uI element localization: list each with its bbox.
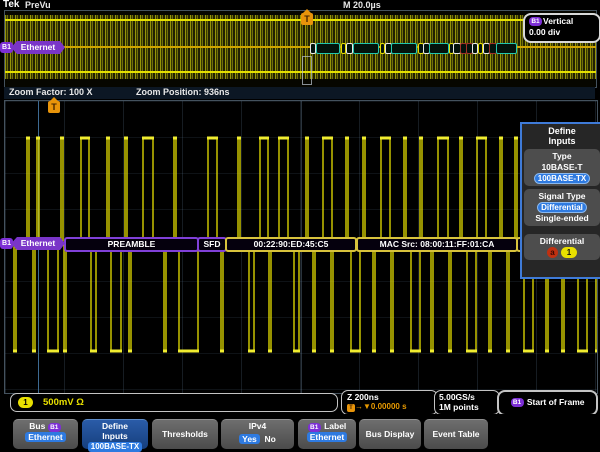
overview-bus-label: Ethernet: [11, 41, 65, 54]
option-single-ended[interactable]: Single-ended: [525, 213, 599, 224]
zoom-position-readout: Zoom Position: 936ns: [136, 87, 230, 97]
bus-button[interactable]: Bus B1 Ethernet: [13, 419, 78, 449]
bus-value: Ethernet: [25, 432, 65, 442]
differential-label: Differential: [525, 236, 599, 247]
b1-badge: B1: [308, 423, 321, 432]
b1-badge: B1: [529, 17, 542, 26]
zoom-scale-readout: Z 200ns T→▼0.00000 s: [341, 390, 438, 415]
ipv4-no: No: [265, 434, 276, 444]
option-100base-tx[interactable]: 100BASE-TX: [525, 173, 599, 184]
define-inputs-value: 100BASE-TX: [88, 442, 142, 452]
overview-packet: [429, 43, 449, 54]
bottom-menu-bar: Bus B1 Ethernet Define Inputs 100BASE-TX…: [0, 414, 600, 450]
trigger-delay-readout: T→▼0.00000 s: [347, 402, 437, 412]
differential-source-badges: a1: [525, 247, 599, 258]
event-table-button[interactable]: Event Table: [424, 419, 488, 449]
define-inputs-button[interactable]: Define Inputs 100BASE-TX: [82, 419, 148, 449]
decode-field-macsrc080011: MAC Src: 08:00:11:FF:01:CA: [356, 237, 518, 252]
overview-packet: [316, 43, 340, 54]
ipv4-button[interactable]: IPv4 Yes No: [221, 419, 294, 449]
signal-type-label: Signal Type: [525, 191, 599, 202]
overview-waveform-bottom-edge: [5, 71, 596, 73]
type-label: Type: [525, 151, 599, 162]
bus-display-button[interactable]: Bus Display: [359, 419, 421, 449]
menu-section-signal-type[interactable]: Signal Type Differential Single-ended: [524, 189, 600, 226]
decode-bus-label: Ethernet: [11, 237, 65, 250]
overview-packet: [353, 43, 379, 54]
option-differential[interactable]: Differential: [525, 202, 599, 213]
zoom-trigger-marker[interactable]: T: [48, 101, 60, 113]
option-10base-t[interactable]: 10BASE-T: [525, 162, 599, 173]
trigger-position-marker[interactable]: T: [301, 13, 313, 25]
decode-field-sfd: SFD: [197, 237, 227, 252]
acquisition-status: PreVu: [25, 0, 51, 10]
zoom-info-bar: Zoom Factor: 100 X Zoom Position: 936ns: [4, 87, 595, 99]
overview-packet: [496, 43, 517, 54]
channel-1-readout[interactable]: 1 500mV Ω: [10, 393, 338, 412]
define-inputs-menu: Define Inputs Type 10BASE-T 100BASE-TX S…: [520, 122, 600, 279]
probe-a-badge: a: [547, 247, 558, 258]
menu-section-differential-source[interactable]: Differential a1: [524, 234, 600, 260]
acquisition-readout: 5.00GS/s 1M points: [434, 390, 500, 415]
zoom-region-bracket[interactable]: [302, 56, 312, 85]
menu-title: Define Inputs: [522, 126, 600, 146]
tek-logo: Tek: [3, 0, 20, 10]
b1-badge: B1: [511, 398, 524, 407]
channel-1-scale: 500mV Ω: [43, 397, 84, 408]
horizontal-scale-readout: M 20.0µs: [343, 0, 381, 10]
decode-field-preamble: PREAMBLE: [64, 237, 199, 252]
bus-trigger-event-readout: B1 Start of Frame: [497, 390, 598, 416]
label-button[interactable]: B1 Label Ethernet: [298, 419, 356, 449]
ipv4-yes: Yes: [239, 434, 260, 444]
overview-packet: [391, 43, 417, 54]
zoom-factor-readout: Zoom Factor: 100 X: [9, 87, 93, 97]
menu-section-type[interactable]: Type 10BASE-T 100BASE-TX: [524, 149, 600, 186]
b1-badge: B1: [48, 423, 61, 432]
overview-packet: [346, 43, 353, 54]
decode-field-002290ed45c5: 00:22:90:ED:45:C5: [225, 237, 357, 252]
channel-1-badge: 1: [561, 247, 577, 258]
bus-vertical-readout: B1Vertical 0.00 div: [523, 13, 600, 43]
trigger-delay-icon: T: [347, 404, 355, 412]
thresholds-button[interactable]: Thresholds: [152, 419, 218, 449]
channel-1-badge: 1: [18, 397, 33, 408]
label-value: Ethernet: [307, 432, 347, 442]
